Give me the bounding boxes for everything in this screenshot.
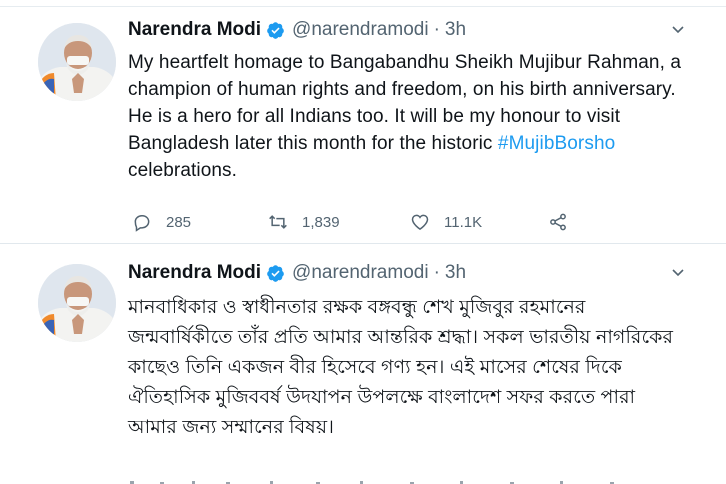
reply-button[interactable]: 285	[132, 212, 191, 232]
verified-badge-icon	[266, 21, 285, 40]
tweet-bengali[interactable]: Narendra Modi @narendramodi · 3h মানবাধি…	[0, 244, 726, 484]
author-handle[interactable]: @narendramodi	[292, 19, 429, 41]
tweet-text-end: celebrations.	[128, 160, 238, 181]
tweet-header: Narendra Modi @narendramodi · 3h	[128, 19, 466, 41]
author-name[interactable]: Narendra Modi	[128, 19, 261, 41]
header-separator: ·	[433, 19, 440, 40]
like-count: 11.1K	[444, 213, 483, 231]
share-icon	[550, 213, 566, 231]
retweet-button[interactable]: 1,839	[268, 212, 340, 232]
tweet-text: My heartfelt homage to Bangabandhu Sheik…	[128, 49, 688, 184]
retweet-count: 1,839	[302, 213, 340, 231]
tweet-header: Narendra Modi @narendramodi · 3h	[128, 262, 466, 284]
tweet-english[interactable]: Narendra Modi @narendramodi · 3h My hear…	[0, 7, 726, 244]
tweet-actions: 285 1,839 11.1K	[132, 212, 592, 236]
heart-icon	[411, 214, 429, 230]
share-button[interactable]	[548, 212, 582, 232]
hashtag-link[interactable]: #MujibBorsho	[498, 133, 615, 154]
tweet-timestamp[interactable]: 3h	[445, 19, 466, 41]
previous-tweet-edge	[0, 0, 726, 7]
retweet-icon	[269, 215, 287, 229]
reply-count: 285	[166, 213, 192, 231]
verified-badge-icon	[266, 264, 285, 283]
reply-icon	[134, 215, 150, 232]
next-tweet-edge	[130, 474, 690, 484]
avatar[interactable]	[38, 23, 116, 101]
tweet-text: মানবাধিকার ও স্বাধীনতার রক্ষক বঙ্গবন্ধু …	[128, 297, 674, 438]
avatar[interactable]	[38, 264, 116, 342]
author-handle[interactable]: @narendramodi	[292, 262, 429, 284]
author-name[interactable]: Narendra Modi	[128, 262, 261, 284]
chevron-down-icon[interactable]	[670, 264, 686, 280]
like-button[interactable]: 11.1K	[410, 212, 482, 232]
tweet-timestamp[interactable]: 3h	[445, 262, 466, 284]
header-separator: ·	[433, 262, 440, 283]
chevron-down-icon[interactable]	[670, 21, 686, 37]
